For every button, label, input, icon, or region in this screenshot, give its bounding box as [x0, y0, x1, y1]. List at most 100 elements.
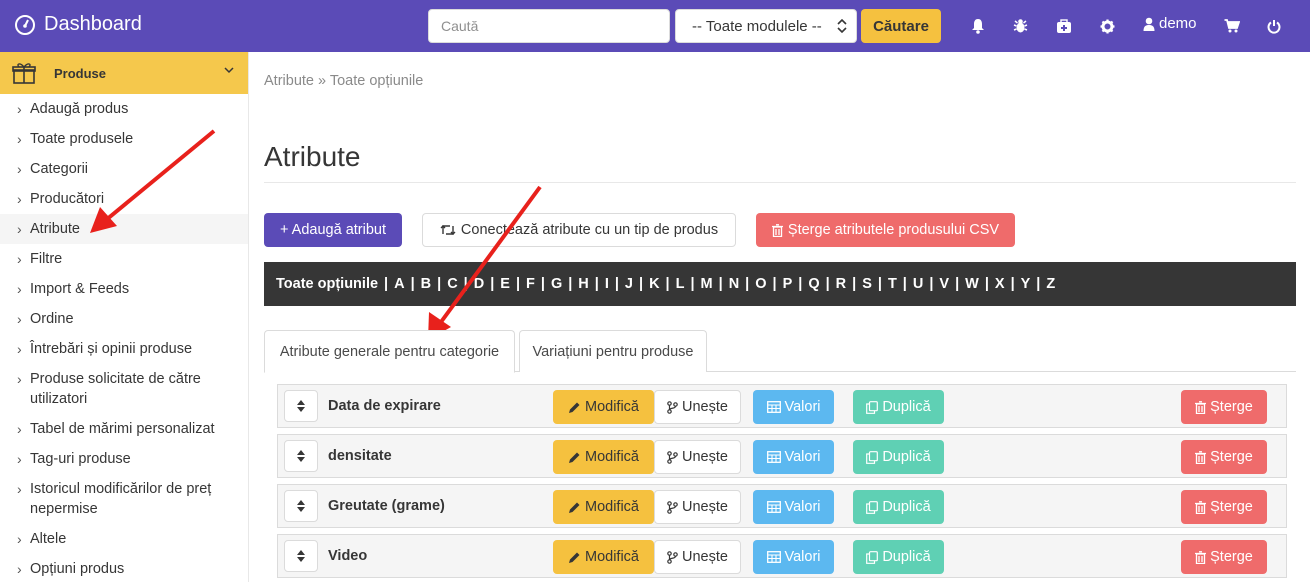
alpha-letter-n[interactable]: N [729, 276, 739, 292]
power-icon[interactable] [1265, 17, 1283, 35]
alpha-letter-z[interactable]: Z [1046, 276, 1055, 292]
sort-handle-icon[interactable] [284, 540, 318, 572]
tab-product-variations[interactable]: Variațiuni pentru produse [519, 330, 707, 372]
values-button[interactable]: Valori [753, 490, 834, 524]
sort-handle-icon[interactable] [284, 390, 318, 422]
alpha-letter-i[interactable]: I [605, 276, 609, 292]
attribute-name: Data de expirare [328, 398, 441, 414]
edit-button[interactable]: Modifică [553, 490, 654, 524]
edit-button[interactable]: Modifică [553, 390, 654, 424]
alpha-letter-u[interactable]: U [913, 276, 923, 292]
attribute-row: densitate Modifică Unește Valori Duplică… [277, 434, 1287, 478]
connect-attributes-button[interactable]: Conectează atribute cu un tip de produs [422, 213, 736, 247]
gear-icon[interactable] [1098, 17, 1116, 35]
merge-label: Unește [682, 449, 728, 465]
sidebar-item-label: Atribute [30, 221, 80, 237]
cart-icon[interactable] [1223, 17, 1241, 35]
alpha-letter-h[interactable]: H [578, 276, 588, 292]
alpha-letter-o[interactable]: O [755, 276, 766, 292]
alpha-letter-f[interactable]: F [526, 276, 535, 292]
chevron-right-icon: › [17, 531, 22, 547]
sidebar-section-label: Produse [54, 66, 107, 81]
bell-icon[interactable] [969, 17, 987, 35]
values-button[interactable]: Valori [753, 440, 834, 474]
edit-button[interactable]: Modifică [553, 440, 654, 474]
merge-button[interactable]: Unește [654, 440, 741, 474]
alpha-all[interactable]: Toate opțiunile [276, 276, 378, 292]
add-attribute-button[interactable]: + Adaugă atribut [264, 213, 402, 247]
sidebar-item-tabel-marimi[interactable]: › Tabel de mărimi personalizat [0, 419, 248, 439]
delete-button[interactable]: Șterge [1181, 440, 1267, 474]
alpha-letter-m[interactable]: M [701, 276, 713, 292]
edit-label: Modifică [585, 549, 639, 565]
sidebar-item-altele[interactable]: › Altele [0, 529, 248, 549]
duplicate-button[interactable]: Duplică [853, 390, 944, 424]
delete-csv-button[interactable]: Șterge atributele produsului CSV [756, 213, 1015, 247]
sidebar-section-produse[interactable]: Produse [0, 52, 248, 94]
alpha-letter-s[interactable]: S [862, 276, 872, 292]
alpha-letter-d[interactable]: D [474, 276, 484, 292]
alpha-letter-w[interactable]: W [965, 276, 979, 292]
alpha-letter-t[interactable]: T [888, 276, 897, 292]
breadcrumb[interactable]: Atribute » Toate opțiunile [264, 73, 423, 89]
merge-button[interactable]: Unește [654, 540, 741, 574]
values-button[interactable]: Valori [753, 390, 834, 424]
alpha-letter-a[interactable]: A [394, 276, 404, 292]
sort-handle-icon[interactable] [284, 440, 318, 472]
brand[interactable]: Dashboard [14, 13, 142, 36]
duplicate-button[interactable]: Duplică [853, 490, 944, 524]
pencil-icon [569, 552, 580, 563]
alpha-letter-l[interactable]: L [676, 276, 685, 292]
merge-button[interactable]: Unește [654, 390, 741, 424]
sidebar-item-categorii[interactable]: › Categorii [0, 159, 248, 179]
sidebar-item-optiuni-produs[interactable]: › Opțiuni produs [0, 559, 248, 579]
alpha-letter-q[interactable]: Q [808, 276, 819, 292]
code-branch-icon [667, 400, 678, 414]
user-menu[interactable]: demo [1143, 15, 1197, 32]
sidebar-item-ordine[interactable]: › Ordine [0, 309, 248, 329]
sidebar-item-toate-produsele[interactable]: › Toate produsele [0, 129, 248, 149]
sidebar-item-atribute[interactable]: › Atribute [0, 214, 248, 244]
search-input[interactable] [428, 9, 670, 43]
alpha-letter-g[interactable]: G [551, 276, 562, 292]
first-aid-icon[interactable] [1055, 17, 1073, 35]
retweet-icon [440, 225, 456, 235]
merge-button[interactable]: Unește [654, 490, 741, 524]
module-select[interactable]: -- Toate modulele -- [675, 9, 857, 43]
alpha-letter-x[interactable]: X [995, 276, 1005, 292]
sidebar-item-label: Tabel de mărimi personalizat [30, 421, 215, 437]
tab-general-attributes[interactable]: Atribute generale pentru categorie [264, 330, 515, 373]
alpha-letter-y[interactable]: Y [1021, 276, 1031, 292]
gift-icon [12, 63, 36, 84]
alpha-letter-v[interactable]: V [939, 276, 949, 292]
edit-button[interactable]: Modifică [553, 540, 654, 574]
values-button[interactable]: Valori [753, 540, 834, 574]
alpha-letter-c[interactable]: C [447, 276, 457, 292]
alpha-letter-b[interactable]: B [421, 276, 431, 292]
alpha-letter-j[interactable]: J [625, 276, 633, 292]
chevron-down-icon [224, 67, 234, 74]
sidebar-item-produse-solicitate[interactable]: › Produse solicitate de către utilizatori [0, 369, 230, 409]
delete-button[interactable]: Șterge [1181, 490, 1267, 524]
sidebar-item-adauga-produs[interactable]: › Adaugă produs [0, 99, 248, 119]
alpha-letter-p[interactable]: P [783, 276, 793, 292]
duplicate-button[interactable]: Duplică [853, 540, 944, 574]
sidebar-item-label: Filtre [30, 251, 63, 267]
delete-button[interactable]: Șterge [1181, 390, 1267, 424]
sidebar-item-istoric-preturi[interactable]: › Istoricul modificărilor de preț nepermi… [0, 479, 230, 519]
sidebar-item-intrebari-opinii[interactable]: › Întrebări și opinii produse [0, 339, 248, 359]
delete-button[interactable]: Șterge [1181, 540, 1267, 574]
alpha-letter-e[interactable]: E [500, 276, 510, 292]
duplicate-label: Duplică [882, 449, 931, 465]
sidebar-item-producatori[interactable]: › Producători [0, 189, 248, 209]
sidebar-item-import-feeds[interactable]: › Import & Feeds [0, 279, 248, 299]
duplicate-button[interactable]: Duplică [853, 440, 944, 474]
alpha-letter-r[interactable]: R [836, 276, 846, 292]
bug-icon[interactable] [1011, 17, 1029, 35]
chevron-right-icon: › [17, 131, 22, 147]
search-button[interactable]: Căutare [861, 9, 941, 43]
sidebar-item-filtre[interactable]: › Filtre [0, 249, 248, 269]
sort-handle-icon[interactable] [284, 490, 318, 522]
alpha-letter-k[interactable]: K [649, 276, 659, 292]
sidebar-item-tag-uri[interactable]: › Tag-uri produse [0, 449, 248, 469]
